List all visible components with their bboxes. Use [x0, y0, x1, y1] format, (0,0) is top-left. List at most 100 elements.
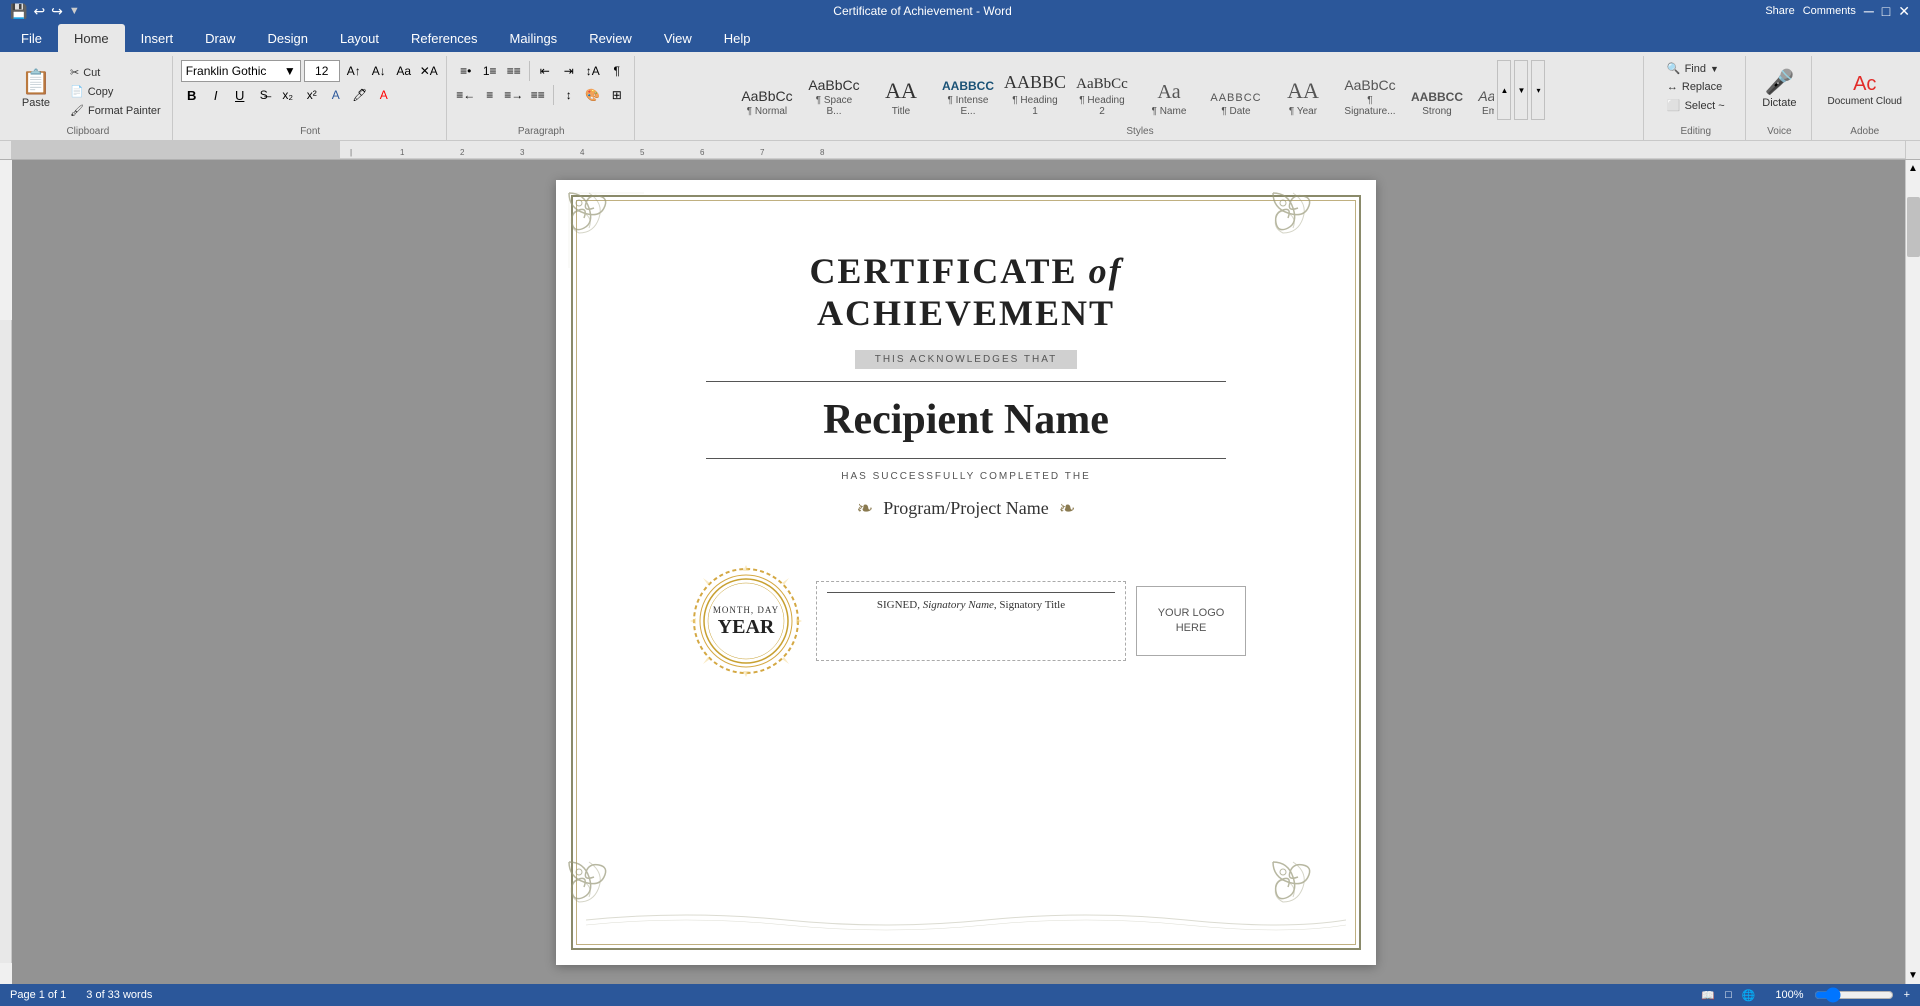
style-year[interactable]: AA ¶ Year — [1270, 60, 1335, 120]
tab-help[interactable]: Help — [708, 24, 767, 52]
justify-button[interactable]: ≡≡ — [527, 84, 549, 106]
scroll-down-arrow[interactable]: ▼ — [1906, 967, 1920, 984]
status-bar: Page 1 of 1 3 of 33 words 📖 □ 🌐 100% + — [0, 984, 1920, 1006]
clipboard-label: Clipboard — [66, 124, 109, 140]
decrease-indent-button[interactable]: ⇤ — [534, 60, 556, 82]
shading-button[interactable]: 🎨 — [582, 84, 604, 106]
numbering-button[interactable]: 1≡ — [479, 60, 501, 82]
tab-home[interactable]: Home — [58, 24, 125, 52]
style-strong[interactable]: AABBCC Strong — [1404, 60, 1469, 120]
increase-indent-button[interactable]: ⇥ — [558, 60, 580, 82]
select-button[interactable]: ⬜ Select ~ — [1662, 97, 1730, 114]
style-intense-emphasis[interactable]: AABBCC ¶ Intense E... — [935, 60, 1000, 120]
style-heading2[interactable]: AaBbCc ¶ Heading 2 — [1069, 60, 1134, 120]
svg-text:1: 1 — [400, 148, 405, 157]
style-normal[interactable]: AaBbCc ¶ Normal — [734, 60, 799, 120]
find-button[interactable]: 🔍 Find ▼ — [1662, 60, 1724, 77]
svg-text:6: 6 — [700, 148, 705, 157]
cert-logo-box[interactable]: YOUR LOGOHERE — [1136, 586, 1246, 656]
scroll-thumb[interactable] — [1907, 197, 1920, 257]
superscript-button[interactable]: x² — [301, 84, 323, 106]
tab-review[interactable]: Review — [573, 24, 648, 52]
style-signature-line[interactable]: AaBbCc ¶ Signature... — [1337, 60, 1402, 120]
bold-button[interactable]: B — [181, 84, 203, 106]
cert-program[interactable]: Program/Project Name — [883, 498, 1048, 519]
align-right-button[interactable]: ≡→ — [503, 84, 525, 106]
replace-icon: ↔ — [1667, 81, 1678, 93]
view-layout-icon[interactable]: □ — [1725, 989, 1732, 1001]
cert-recipient[interactable]: Recipient Name — [823, 396, 1109, 444]
select-icon: ⬜ — [1667, 99, 1681, 112]
cert-signature-area[interactable]: SIGNED, Signatory Name, Signatory Title — [816, 581, 1126, 661]
clear-format-button[interactable]: ✕A — [418, 60, 440, 82]
style-title[interactable]: AA Title — [868, 60, 933, 120]
format-painter-button[interactable]: 🖌 Format Painter — [65, 102, 166, 119]
zoom-in-button[interactable]: + — [1904, 989, 1910, 1001]
subscript-button[interactable]: x₂ — [277, 84, 299, 106]
multilevel-button[interactable]: ≡≡ — [503, 60, 525, 82]
tab-file[interactable]: File — [5, 24, 58, 52]
text-effects-button[interactable]: A — [325, 84, 347, 106]
cert-program-row: ❧ Program/Project Name ❧ — [857, 496, 1076, 521]
font-size-increase-button[interactable]: A↑ — [343, 60, 365, 82]
style-heading1[interactable]: AABBC ¶ Heading 1 — [1002, 60, 1067, 120]
title-bar: 💾 ↩ ↪ ▼ Certificate of Achievement - Wor… — [0, 0, 1920, 22]
underline-button[interactable]: U — [229, 84, 251, 106]
view-web-icon[interactable]: 🌐 — [1742, 989, 1756, 1002]
vertical-scrollbar[interactable]: ▲ ▼ — [1905, 160, 1920, 984]
font-name-input[interactable]: Franklin Gothic ▼ — [181, 60, 301, 82]
document-area[interactable]: CERTIFICATE of ACHIEVEMENT THIS ACKNOWLE… — [12, 160, 1920, 985]
font-size-decrease-button[interactable]: A↓ — [368, 60, 390, 82]
tab-view[interactable]: View — [648, 24, 708, 52]
tab-insert[interactable]: Insert — [125, 24, 190, 52]
align-left-button[interactable]: ≡← — [455, 84, 477, 106]
tab-references[interactable]: References — [395, 24, 493, 52]
strikethrough-button[interactable]: S̶ — [253, 84, 275, 106]
style-date[interactable]: AABBCC ¶ Date — [1203, 60, 1268, 120]
cut-button[interactable]: ✂ Cut — [65, 64, 166, 81]
replace-button[interactable]: ↔ Replace — [1662, 79, 1727, 95]
tab-layout[interactable]: Layout — [324, 24, 395, 52]
style-emphasis[interactable]: AaBbCc Emphasis — [1471, 60, 1494, 120]
borders-button[interactable]: ⊞ — [606, 84, 628, 106]
cert-title[interactable]: CERTIFICATE of ACHIEVEMENT — [656, 250, 1276, 334]
styles-label: Styles — [1126, 124, 1153, 140]
style-name[interactable]: Aa ¶ Name — [1136, 60, 1201, 120]
copy-button[interactable]: 📄 Copy — [65, 83, 166, 100]
editing-label: Editing — [1680, 124, 1711, 140]
share-button[interactable]: Share — [1765, 5, 1794, 17]
paste-button[interactable]: 📋 Paste — [10, 60, 62, 120]
font-color-button[interactable]: A — [373, 84, 395, 106]
cert-acknowledges[interactable]: THIS ACKNOWLEDGES THAT — [855, 350, 1078, 369]
text-highlight-button[interactable]: 🖊 — [349, 84, 371, 106]
comments-button[interactable]: Comments — [1803, 5, 1856, 17]
tab-draw[interactable]: Draw — [189, 24, 251, 52]
show-hide-button[interactable]: ¶ — [606, 60, 628, 82]
styles-scroll-down[interactable]: ▼ — [1514, 60, 1528, 120]
scroll-up-arrow[interactable]: ▲ — [1906, 160, 1920, 177]
styles-content: AaBbCc ¶ Normal AaBbCc ¶ Space B... AA T… — [734, 56, 1545, 124]
cert-sign-text: SIGNED, Signatory Name, Signatory Title — [827, 599, 1115, 611]
view-read-icon[interactable]: 📖 — [1701, 989, 1715, 1002]
styles-scroll-up[interactable]: ▲ — [1497, 60, 1511, 120]
tab-design[interactable]: Design — [252, 24, 324, 52]
adobe-label: Adobe — [1850, 124, 1879, 140]
certificate-page[interactable]: CERTIFICATE of ACHIEVEMENT THIS ACKNOWLE… — [556, 180, 1376, 965]
copy-icon: 📄 — [70, 85, 84, 98]
tab-mailings[interactable]: Mailings — [494, 24, 574, 52]
align-center-button[interactable]: ≡ — [479, 84, 501, 106]
line-spacing-button[interactable]: ↕ — [558, 84, 580, 106]
cert-completed[interactable]: HAS SUCCESSFULLY COMPLETED THE — [841, 471, 1091, 482]
dictate-button[interactable]: 🎤 Dictate — [1754, 60, 1804, 120]
title-bar-title: Certificate of Achievement - Word — [833, 4, 1012, 18]
change-case-button[interactable]: Aa — [393, 60, 415, 82]
paragraph-label: Paragraph — [518, 124, 565, 140]
italic-button[interactable]: I — [205, 84, 227, 106]
document-cloud-button[interactable]: Ac Document Cloud — [1820, 60, 1910, 120]
styles-more[interactable]: ▾ — [1531, 60, 1545, 120]
zoom-slider[interactable] — [1814, 987, 1894, 1003]
bullets-button[interactable]: ≡• — [455, 60, 477, 82]
font-size-input[interactable]: 12 — [304, 60, 340, 82]
sort-button[interactable]: ↕A — [582, 60, 604, 82]
style-space-before[interactable]: AaBbCc ¶ Space B... — [801, 60, 866, 120]
